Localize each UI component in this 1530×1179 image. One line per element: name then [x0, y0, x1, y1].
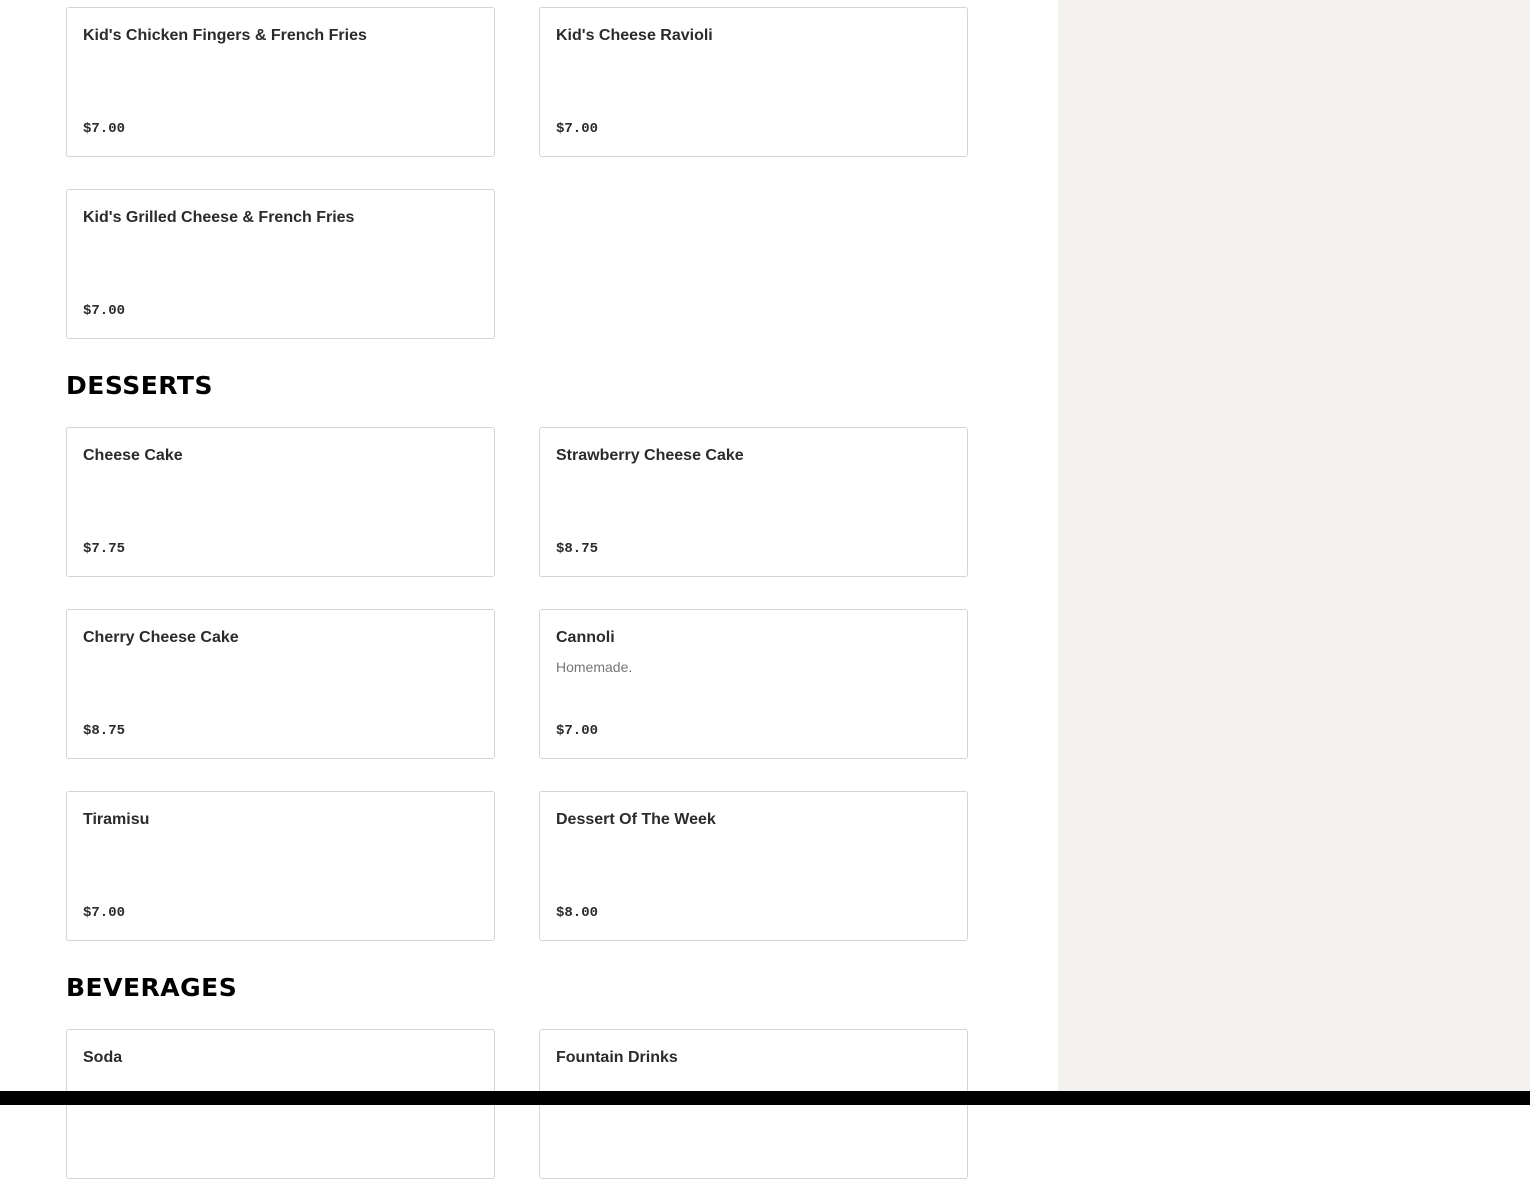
order-sidebar	[1058, 0, 1530, 1105]
menu-item-card[interactable]: Kid's Cheese Ravioli $7.00	[539, 7, 968, 157]
menu-item-price: $7.00	[83, 905, 126, 921]
menu-item-card[interactable]: Kid's Grilled Cheese & French Fries $7.0…	[66, 189, 495, 339]
menu-item-card[interactable]: Strawberry Cheese Cake $8.75	[539, 427, 968, 577]
menu-item-name: Soda	[83, 1049, 123, 1066]
menu-item-name: Cheese Cake	[83, 447, 183, 464]
menu-item-name: Strawberry Cheese Cake	[556, 447, 744, 464]
menu-item-card[interactable]: Cherry Cheese Cake $8.75	[66, 609, 495, 759]
section-title-beverages: BEVERAGES	[66, 973, 238, 1002]
menu-item-name: Cannoli	[556, 629, 615, 646]
menu-item-price: $7.00	[83, 121, 126, 137]
menu-item-description: Homemade.	[556, 659, 633, 675]
menu-item-card[interactable]: Cheese Cake $7.75	[66, 427, 495, 577]
menu-item-price: $7.00	[556, 723, 599, 739]
menu-item-card[interactable]: Cannoli Homemade. $7.00	[539, 609, 968, 759]
menu-item-card[interactable]: Dessert Of The Week $8.00	[539, 791, 968, 941]
menu-item-name: Tiramisu	[83, 811, 150, 828]
menu-item-name: Dessert Of The Week	[556, 811, 716, 828]
menu-item-price: $7.00	[83, 303, 126, 319]
menu-item-price: $7.75	[83, 541, 126, 557]
menu-item-name: Kid's Cheese Ravioli	[556, 27, 713, 44]
menu-content: Kid's Chicken Fingers & French Fries $7.…	[0, 0, 1058, 1179]
bottom-bar	[0, 1091, 1530, 1105]
menu-item-name: Kid's Chicken Fingers & French Fries	[83, 27, 367, 44]
menu-item-name: Cherry Cheese Cake	[83, 629, 239, 646]
menu-item-price: $8.75	[83, 723, 126, 739]
menu-item-price: $8.75	[556, 541, 599, 557]
menu-item-price: $8.00	[556, 905, 599, 921]
section-title-desserts: DESSERTS	[66, 371, 213, 400]
menu-item-card[interactable]: Tiramisu $7.00	[66, 791, 495, 941]
menu-item-card[interactable]: Kid's Chicken Fingers & French Fries $7.…	[66, 7, 495, 157]
menu-item-name: Kid's Grilled Cheese & French Fries	[83, 209, 355, 226]
menu-item-name: Fountain Drinks	[556, 1049, 678, 1066]
menu-item-price: $7.00	[556, 121, 599, 137]
